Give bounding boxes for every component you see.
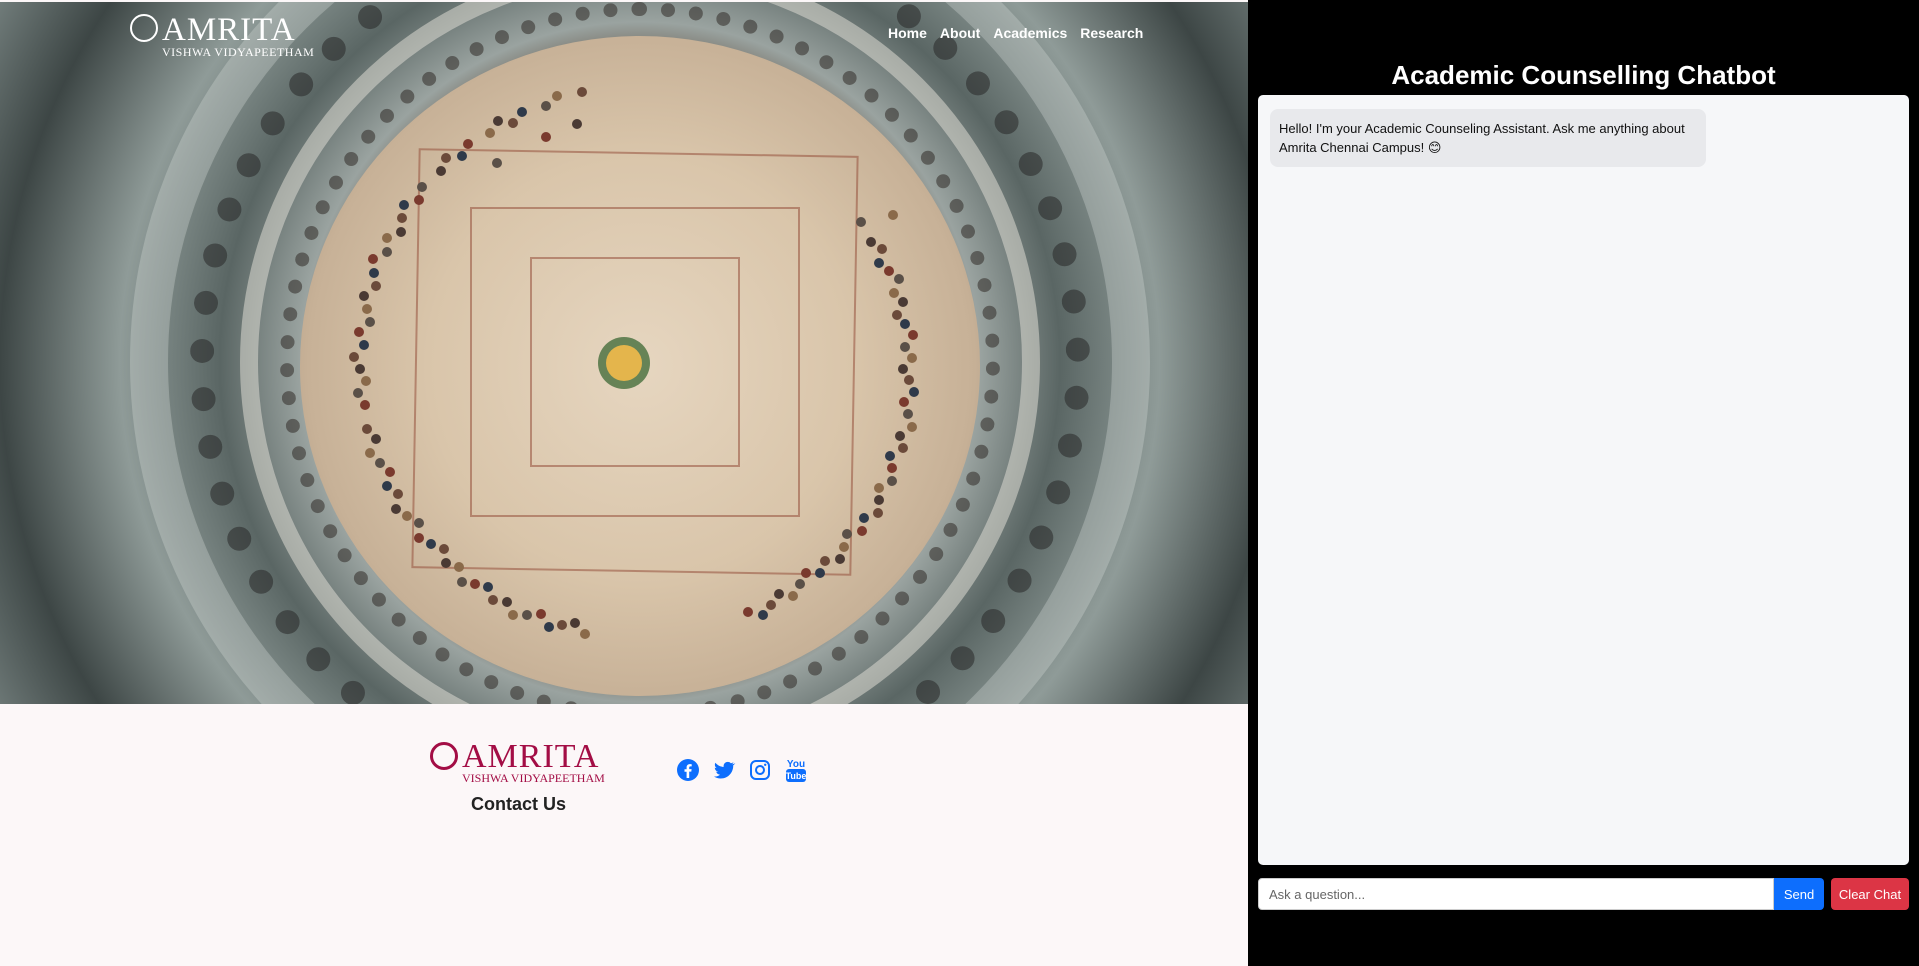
crowd-figure [820,555,831,566]
crowd-figure [873,257,884,268]
logo-word: AMRITA [162,12,296,48]
chat-input-row: Send Clear Chat [1258,878,1909,910]
crowd-figure [485,127,496,138]
crowd-figure [866,236,877,247]
crowd-figure [900,341,910,352]
logo-sub: VISHWA VIDYAPEETHAM [162,45,315,59]
crowd-figure [898,364,908,374]
question-input[interactable] [1258,878,1774,910]
crowd-figure [893,274,904,285]
chat-messages[interactable]: Hello! I'm your Academic Counseling Assi… [1258,95,1909,865]
svg-text:Tube: Tube [786,771,807,781]
crowd-figure [839,541,850,552]
footer: AMRITA VISHWA VIDYAPEETHAM Contact Us Yo… [0,704,1248,966]
clear-chat-button[interactable]: Clear Chat [1831,878,1909,910]
crowd-figure [570,617,581,628]
crowd-figure [392,489,403,500]
crowd-figure [438,543,449,554]
nav-home[interactable]: Home [888,25,927,41]
crowd-figure [876,244,887,254]
send-button[interactable]: Send [1774,878,1824,910]
website-panel: AMRITA VISHWA VIDYAPEETHAM Home About Ac… [0,0,1248,966]
crowd-figure [856,525,867,536]
crowd-figure [375,457,385,468]
crowd-figure [395,226,406,237]
crowd-figure [788,590,799,601]
crowd-figure [906,352,917,363]
nav-about[interactable]: About [940,25,980,41]
crowd-figure [453,562,464,573]
crowd-figure [426,538,437,549]
contact-heading: Contact Us [471,794,567,814]
crowd-figure [800,567,811,578]
crowd-figure [381,481,392,492]
seal-icon [430,742,458,770]
crowd-figure [390,504,401,515]
crowd-figure [907,329,918,340]
crowd-figure [349,351,360,362]
crowd-figure [551,91,562,102]
crowd-figure [440,558,451,569]
crowd-figure [766,599,777,610]
crowd-figure [773,589,784,600]
crowd-figure [757,610,768,621]
crowd-figure [888,287,899,298]
nav-links: Home About Academics Research [888,25,1143,41]
crowd-figure [543,621,554,632]
footer-logo-sub: VISHWA VIDYAPEETHAM [462,771,605,785]
chatbot-panel: Academic Counselling Chatbot Hello! I'm … [1248,0,1919,966]
floor-centerpiece [606,345,642,381]
top-navbar: AMRITA VISHWA VIDYAPEETHAM Home About Ac… [0,0,1248,70]
crowd-figure [856,216,867,227]
chatbot-title: Academic Counselling Chatbot [1391,60,1776,90]
crowd-figure [903,375,914,386]
crowd-figure [413,532,424,543]
crowd-figure [385,466,395,477]
youtube-icon[interactable]: You Tube [784,758,808,782]
crowd-figure [874,482,885,493]
hero-image [0,2,1248,704]
crowd-figure [370,434,381,445]
crowd-figure [413,195,424,206]
crowd-figure [361,424,372,435]
nav-academics[interactable]: Academics [993,25,1067,41]
crowd-figure [897,296,908,307]
seal-icon [130,14,158,42]
crowd-figure [891,309,902,320]
crowd-figure [358,290,369,301]
nav-research[interactable]: Research [1080,25,1143,41]
instagram-icon[interactable] [748,758,772,782]
footer-logo[interactable]: AMRITA VISHWA VIDYAPEETHAM [428,738,608,788]
crowd-figure [579,629,590,640]
crowd-figure [535,609,546,620]
crowd-figure [456,576,467,587]
crowd-figure [883,265,894,276]
bot-message: Hello! I'm your Academic Counseling Assi… [1270,109,1706,167]
crowd-figure [898,397,909,408]
crowd-figure [906,421,917,432]
crowd-figure [895,430,905,441]
crowd-figure [399,199,410,210]
crowd-figure [381,246,392,257]
crowd-figure [897,443,908,454]
page: AMRITA VISHWA VIDYAPEETHAM Home About Ac… [0,0,1919,966]
crowd-figure [902,409,913,420]
social-links: You Tube [676,758,808,782]
crowd-figure [858,513,869,524]
svg-text:You: You [787,759,805,770]
crowd-figure [355,364,365,374]
crowd-figure [417,181,428,192]
crowd-figure [361,303,372,314]
crowd-figure [908,386,919,397]
crowd-figure [502,596,512,607]
crowd-figure [413,518,424,529]
facebook-icon[interactable] [676,758,700,782]
twitter-icon[interactable] [712,758,736,782]
